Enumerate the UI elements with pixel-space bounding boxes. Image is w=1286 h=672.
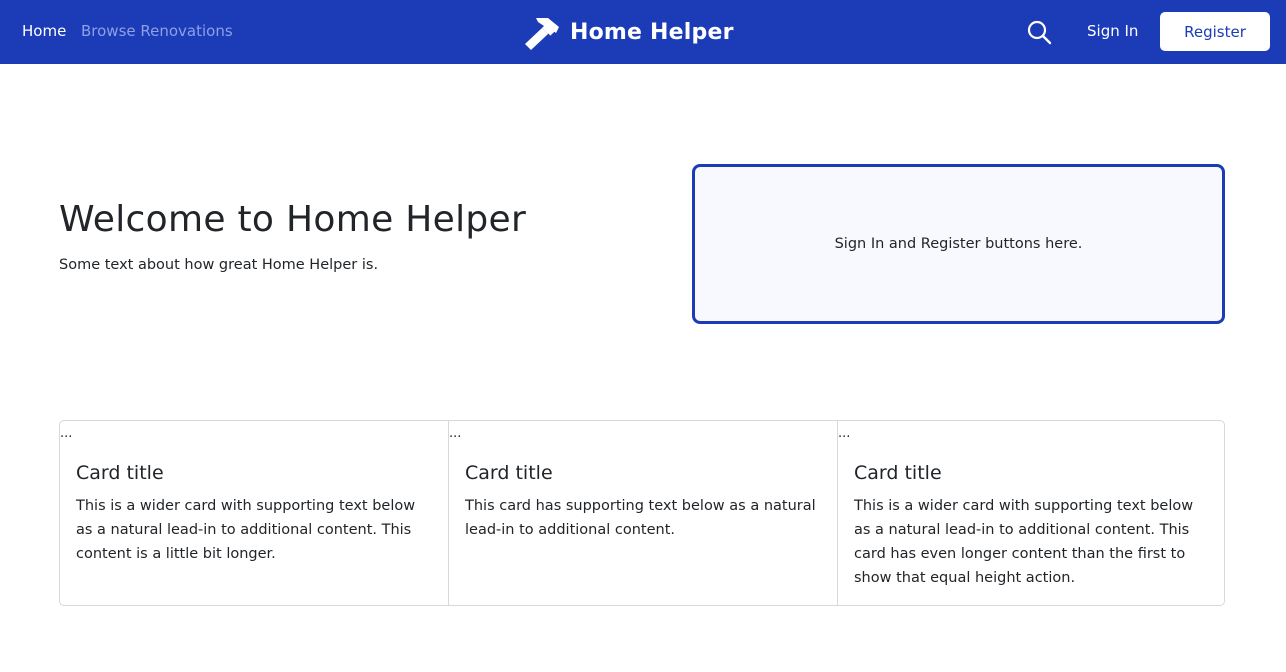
card-image: ... xyxy=(60,426,73,441)
search-icon xyxy=(1027,20,1052,45)
brand[interactable]: Home Helper xyxy=(522,12,734,52)
nav-home-link[interactable]: Home xyxy=(22,21,66,41)
nav-browse-renovations-link[interactable]: Browse Renovations xyxy=(81,21,233,41)
card: ... Card title This is a wider card with… xyxy=(60,421,448,605)
card-title: Card title xyxy=(854,462,942,484)
card-text: This card has supporting text below as a… xyxy=(465,498,816,538)
card-text: This is a wider card with supporting tex… xyxy=(76,498,416,562)
auth-placeholder-box: Sign In and Register buttons here. xyxy=(692,164,1225,324)
brand-name: Home Helper xyxy=(570,19,734,45)
navbar: Home Browse Renovations Home Helper Sign… xyxy=(0,0,1286,64)
search-button[interactable] xyxy=(1026,19,1052,45)
sign-in-link[interactable]: Sign In xyxy=(1087,21,1138,41)
auth-placeholder-text: Sign In and Register buttons here. xyxy=(834,236,1083,252)
card-title: Card title xyxy=(76,462,164,484)
register-button[interactable]: Register xyxy=(1160,12,1270,51)
card: ... Card title This card has supporting … xyxy=(448,421,837,605)
card-image: ... xyxy=(449,426,462,441)
card-group: ... Card title This is a wider card with… xyxy=(59,420,1225,606)
card: ... Card title This is a wider card with… xyxy=(837,421,1224,605)
hero-text: Some text about how great Home Helper is… xyxy=(59,257,379,273)
hammer-icon xyxy=(525,18,559,50)
card-image: ... xyxy=(838,426,851,441)
hero-title: Welcome to Home Helper xyxy=(59,199,527,240)
card-text: This is a wider card with supporting tex… xyxy=(854,498,1194,586)
card-title: Card title xyxy=(465,462,553,484)
